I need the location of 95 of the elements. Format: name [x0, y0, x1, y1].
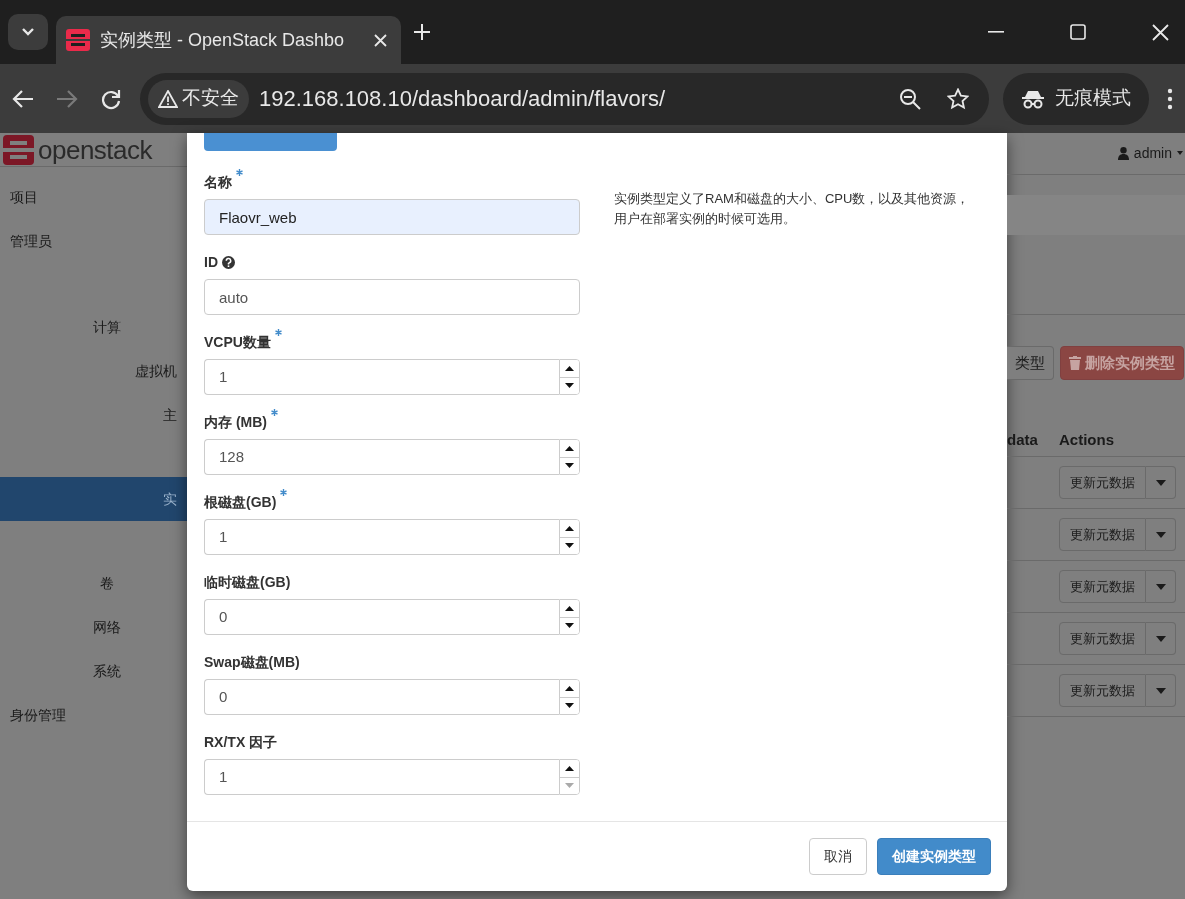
caret-up-icon [565, 605, 574, 611]
caret-up-icon [565, 445, 574, 451]
tab-search-button[interactable] [8, 14, 48, 50]
caret-down-icon [565, 383, 574, 389]
caret-down-icon [1155, 531, 1166, 538]
field-label: Swap磁盘(MB) [204, 652, 300, 672]
user-menu[interactable]: admin [1133, 143, 1172, 164]
field-label: 内存 (MB) [204, 412, 267, 432]
field-label: 名称 [204, 172, 232, 192]
minimize-icon [988, 31, 1004, 33]
sidebar-item[interactable]: 计算 [0, 305, 187, 349]
address-bar[interactable]: 不安全 192.168.108.10/dashboard/admin/flavors/ [140, 72, 989, 125]
arrow-left-icon [12, 88, 34, 109]
caret-down-icon [1155, 687, 1166, 694]
dropdown-toggle-button[interactable] [1146, 466, 1176, 499]
sidebar-item[interactable]: 主 [0, 393, 187, 437]
field-label: ID [204, 252, 218, 272]
tab-title: 实例类型 - OpenStack Dashbo [100, 28, 346, 52]
number-field[interactable]: 1 [204, 359, 559, 395]
arrow-right-icon [56, 88, 78, 109]
spin-buttons[interactable] [559, 439, 580, 475]
field-label: 临时磁盘(GB) [204, 572, 291, 592]
dropdown-toggle-button[interactable] [1146, 674, 1176, 707]
incognito-icon [1021, 88, 1045, 109]
sidebar-item[interactable]: 卷 [0, 561, 187, 605]
sidebar-item[interactable]: 管理员 [0, 219, 187, 263]
text-field[interactable]: auto [204, 279, 580, 315]
spin-buttons[interactable] [559, 519, 580, 555]
sidebar-item[interactable]: 项目 [0, 175, 187, 219]
update-metadata-button[interactable]: 更新元数据 [1059, 570, 1146, 603]
user-icon [1117, 147, 1129, 160]
caret-down-icon [565, 783, 574, 789]
field-label: VCPU数量 [204, 332, 271, 352]
help-icon [222, 255, 235, 269]
caret-down-icon [1155, 583, 1166, 590]
plus-icon [413, 23, 431, 41]
sidebar-item[interactable]: 实 [0, 477, 187, 521]
caret-up-icon [565, 525, 574, 531]
spin-buttons[interactable] [559, 679, 580, 715]
caret-down-icon [565, 703, 574, 709]
caret-down-icon [565, 463, 574, 469]
caret-down-icon [1155, 479, 1166, 486]
update-metadata-button[interactable]: 更新元数据 [1059, 518, 1146, 551]
column-header: data [1007, 429, 1039, 450]
update-metadata-button[interactable]: 更新元数据 [1059, 674, 1146, 707]
caret-down-icon [1155, 635, 1166, 642]
delete-button[interactable]: 删除实例类型 [1060, 346, 1184, 380]
sidebar-item[interactable]: 身份管理 [0, 693, 187, 737]
spin-buttons[interactable] [559, 599, 580, 635]
chevron-down-icon [21, 27, 35, 37]
number-field[interactable]: 0 [204, 679, 559, 715]
action-button[interactable]: 类型 [1007, 346, 1054, 380]
description-text: 实例类型定义了RAM和磁盘的大小、CPU数，以及其他资源，用户在部署实例的时候可选用。 [614, 190, 971, 229]
dropdown-toggle-button[interactable] [1146, 570, 1176, 603]
field-label: 根磁盘(GB) [204, 492, 277, 512]
logo-icon [66, 29, 90, 51]
column-header: Actions [1059, 429, 1114, 450]
star-icon [947, 87, 969, 110]
number-field[interactable]: 1 [204, 759, 559, 795]
profile-button[interactable]: 无痕模式 [1003, 72, 1149, 125]
cancel-button[interactable]: 取消 [809, 838, 867, 875]
caret-up-icon [565, 765, 574, 771]
field-label: RX/TX 因子 [204, 732, 278, 752]
spin-buttons[interactable] [559, 359, 580, 395]
trash-icon [1069, 356, 1081, 370]
reload-icon [100, 87, 122, 110]
sidebar-item[interactable]: 虚拟机 [0, 349, 187, 393]
spin-buttons[interactable] [559, 759, 580, 795]
warning-icon [158, 89, 178, 108]
more-icon [1167, 87, 1173, 110]
logo-text: openstack [38, 136, 153, 163]
dropdown-toggle-button[interactable] [1146, 622, 1176, 655]
maximize-icon [1070, 24, 1086, 40]
logo-icon [3, 134, 34, 165]
number-field[interactable]: 0 [204, 599, 559, 635]
close-icon [374, 33, 387, 47]
security-chip[interactable]: 不安全 [148, 79, 249, 118]
zoom-out-icon [899, 87, 921, 110]
sidebar-item[interactable]: 网络 [0, 605, 187, 649]
number-field[interactable]: 128 [204, 439, 559, 475]
number-field[interactable]: 1 [204, 519, 559, 555]
close-icon [1152, 23, 1169, 41]
caret-up-icon [565, 365, 574, 371]
update-metadata-button[interactable]: 更新元数据 [1059, 466, 1146, 499]
sidebar-item[interactable]: 系统 [0, 649, 187, 693]
text-field[interactable]: Flaovr_web [204, 199, 580, 235]
caret-down-icon [565, 543, 574, 549]
url-text: 192.168.108.10/dashboard/admin/flavors/ [259, 85, 667, 113]
caret-down-icon [565, 623, 574, 629]
create-button[interactable]: 创建实例类型 [877, 838, 991, 875]
caret-up-icon [565, 685, 574, 691]
caret-icon [1177, 151, 1183, 156]
update-metadata-button[interactable]: 更新元数据 [1059, 622, 1146, 655]
browser-tab[interactable]: 实例类型 - OpenStack Dashbo [56, 16, 401, 64]
dropdown-toggle-button[interactable] [1146, 518, 1176, 551]
